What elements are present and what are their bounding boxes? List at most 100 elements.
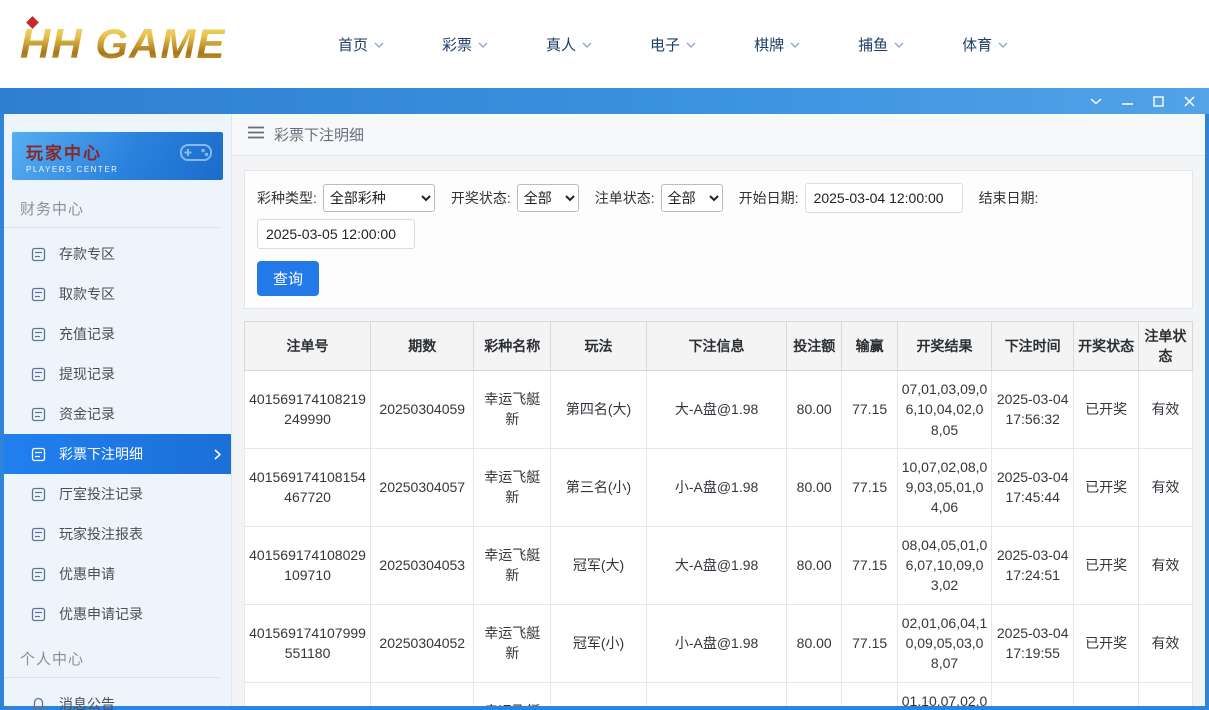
minimize-icon[interactable] xyxy=(1122,96,1133,106)
top-header: HH GAME 首页 彩票 真人 电子 棋牌 捕鱼 体育 xyxy=(0,0,1209,88)
button-row: 查询 xyxy=(257,261,1180,296)
close-icon[interactable] xyxy=(1184,96,1195,107)
table-cell: 已开奖 xyxy=(1074,604,1138,682)
nav-item-home[interactable]: 首页 xyxy=(338,34,384,55)
sidebar-item-promo-apply-records[interactable]: 优惠申请记录 xyxy=(4,594,231,634)
table-cell: 401569174107971354780 xyxy=(245,682,371,706)
column-header: 开奖状态 xyxy=(1074,322,1138,371)
bet-records-table: 注单号期数彩种名称玩法下注信息投注额输赢开奖结果下注时间开奖状态注单状态 401… xyxy=(244,321,1193,706)
table-row: 40156917410797135478020250304051幸运飞艇新冠军(… xyxy=(245,682,1193,706)
sidebar-item-label: 厅室投注记录 xyxy=(59,484,143,504)
promo-apply-icon xyxy=(31,567,46,582)
table-cell: 77.15 xyxy=(842,448,898,526)
nav-item-sports[interactable]: 体育 xyxy=(962,34,1008,55)
gamepad-icon xyxy=(179,140,213,169)
table-cell: 幸运飞艇新 xyxy=(474,526,551,604)
sidebar-item-recharge-records[interactable]: 充值记录 xyxy=(4,314,231,354)
table-cell: 冠军(小) xyxy=(551,604,647,682)
chevron-down-icon[interactable] xyxy=(1090,97,1102,105)
sidebar-item-label: 提现记录 xyxy=(59,364,115,384)
promo-record-icon xyxy=(31,607,46,622)
table-cell: 大-A盘@1.98 xyxy=(646,682,786,706)
table-cell: 已开奖 xyxy=(1074,682,1138,706)
sidebar-item-funds-records[interactable]: 资金记录 xyxy=(4,394,231,434)
window-titlebar xyxy=(0,88,1209,114)
sidebar-item-message-board[interactable]: 消息公告 xyxy=(4,684,231,710)
column-header: 输赢 xyxy=(842,322,898,371)
maximize-icon[interactable] xyxy=(1153,96,1164,107)
sidebar-item-label: 优惠申请记录 xyxy=(59,604,143,624)
withdraw-record-icon xyxy=(31,367,46,382)
lottery-type-label: 彩种类型: xyxy=(257,188,317,208)
sidebar: 玩家中心 PLAYERS CENTER 财务中心存款专区取款专区充值记录提现记录… xyxy=(4,114,232,706)
nav-item-label: 棋牌 xyxy=(754,34,784,55)
sidebar-item-deposit-zone[interactable]: 存款专区 xyxy=(4,234,231,274)
search-button[interactable]: 查询 xyxy=(257,261,319,296)
window-body: 玩家中心 PLAYERS CENTER 财务中心存款专区取款专区充值记录提现记录… xyxy=(0,114,1209,710)
chevron-down-icon xyxy=(374,42,384,48)
table-cell: 80.00 xyxy=(787,682,842,706)
table-header-row: 注单号期数彩种名称玩法下注信息投注额输赢开奖结果下注时间开奖状态注单状态 xyxy=(245,322,1193,371)
chevron-right-icon xyxy=(214,449,221,460)
lottery-type-select[interactable]: 全部彩种 xyxy=(323,184,435,212)
table-cell: 77.15 xyxy=(842,371,898,449)
table-cell: 20250304051 xyxy=(371,682,474,706)
table-cell: 小-A盘@1.98 xyxy=(646,448,786,526)
table-cell: 有效 xyxy=(1138,682,1192,706)
draw-status-select[interactable]: 全部 xyxy=(517,184,579,212)
brand-logo[interactable]: HH GAME xyxy=(20,20,290,68)
table-cell: 2025-03-04 17:56:32 xyxy=(991,371,1073,449)
nav-item-live[interactable]: 真人 xyxy=(546,34,592,55)
sidebar-header: 玩家中心 PLAYERS CENTER xyxy=(12,132,223,180)
nav-item-board[interactable]: 棋牌 xyxy=(754,34,800,55)
nav-item-label: 捕鱼 xyxy=(858,34,888,55)
sidebar-item-label: 资金记录 xyxy=(59,404,115,424)
sidebar-item-player-bet-report[interactable]: 玩家投注报表 xyxy=(4,514,231,554)
table-cell: 已开奖 xyxy=(1074,526,1138,604)
table-cell: 01,10,07,02,03,08,04,05,06,09 xyxy=(898,682,992,706)
nav-item-slots[interactable]: 电子 xyxy=(650,34,696,55)
nav-item-label: 电子 xyxy=(650,34,680,55)
deposit-icon xyxy=(31,247,46,262)
hamburger-menu-icon[interactable] xyxy=(248,126,264,143)
nav-item-fishing[interactable]: 捕鱼 xyxy=(858,34,904,55)
table-cell: 有效 xyxy=(1138,526,1192,604)
sidebar-item-label: 玩家投注报表 xyxy=(59,524,143,544)
sidebar-item-promo-apply[interactable]: 优惠申请 xyxy=(4,554,231,594)
sidebar-item-withdraw-zone[interactable]: 取款专区 xyxy=(4,274,231,314)
table-cell: 小-A盘@1.98 xyxy=(646,604,786,682)
column-header: 期数 xyxy=(371,322,474,371)
table-cell: 幸运飞艇新 xyxy=(474,448,551,526)
filter-row: 彩种类型: 全部彩种 开奖状态: 全部 注单状态: 全部 开始日期: 结束日期: xyxy=(257,183,1180,249)
table-cell: 77.15 xyxy=(842,526,898,604)
table-cell: 幸运飞艇新 xyxy=(474,371,551,449)
sidebar-item-lottery-bet-details[interactable]: 彩票下注明细 xyxy=(4,434,231,474)
table-row: 40156917410821924999020250304059幸运飞艇新第四名… xyxy=(245,371,1193,449)
nav-item-label: 首页 xyxy=(338,34,368,55)
table-cell: 20250304052 xyxy=(371,604,474,682)
start-date-input[interactable] xyxy=(805,183,963,213)
table-cell: 已开奖 xyxy=(1074,448,1138,526)
main-content: 彩票下注明细 彩种类型: 全部彩种 开奖状态: 全部 注单状态: 全部 xyxy=(232,114,1205,706)
table-cell: -80.00 xyxy=(842,682,898,706)
column-header: 彩种名称 xyxy=(474,322,551,371)
end-date-input[interactable] xyxy=(257,219,415,249)
brand-logo-text: HH GAME xyxy=(20,20,225,67)
table-row: 40156917410815446772020250304057幸运飞艇新第三名… xyxy=(245,448,1193,526)
table-cell: 20250304053 xyxy=(371,526,474,604)
table-cell: 已开奖 xyxy=(1074,371,1138,449)
nav-item-lottery[interactable]: 彩票 xyxy=(442,34,488,55)
sidebar-item-hall-bet-records[interactable]: 厅室投注记录 xyxy=(4,474,231,514)
table-cell: 有效 xyxy=(1138,604,1192,682)
sidebar-item-label: 彩票下注明细 xyxy=(59,444,143,464)
table-cell: 幸运飞艇新 xyxy=(474,682,551,706)
table-cell: 2025-03-04 17:15:13 xyxy=(991,682,1073,706)
table-cell: 80.00 xyxy=(787,526,842,604)
table-cell: 第四名(大) xyxy=(551,371,647,449)
end-date-label: 结束日期: xyxy=(979,188,1039,208)
order-status-select[interactable]: 全部 xyxy=(661,184,723,212)
sidebar-item-withdraw-records[interactable]: 提现记录 xyxy=(4,354,231,394)
top-nav: 首页 彩票 真人 电子 棋牌 捕鱼 体育 xyxy=(338,34,1008,55)
sidebar-menu: 财务中心存款专区取款专区充值记录提现记录资金记录彩票下注明细厅室投注记录玩家投注… xyxy=(4,184,231,710)
column-header: 注单号 xyxy=(245,322,371,371)
